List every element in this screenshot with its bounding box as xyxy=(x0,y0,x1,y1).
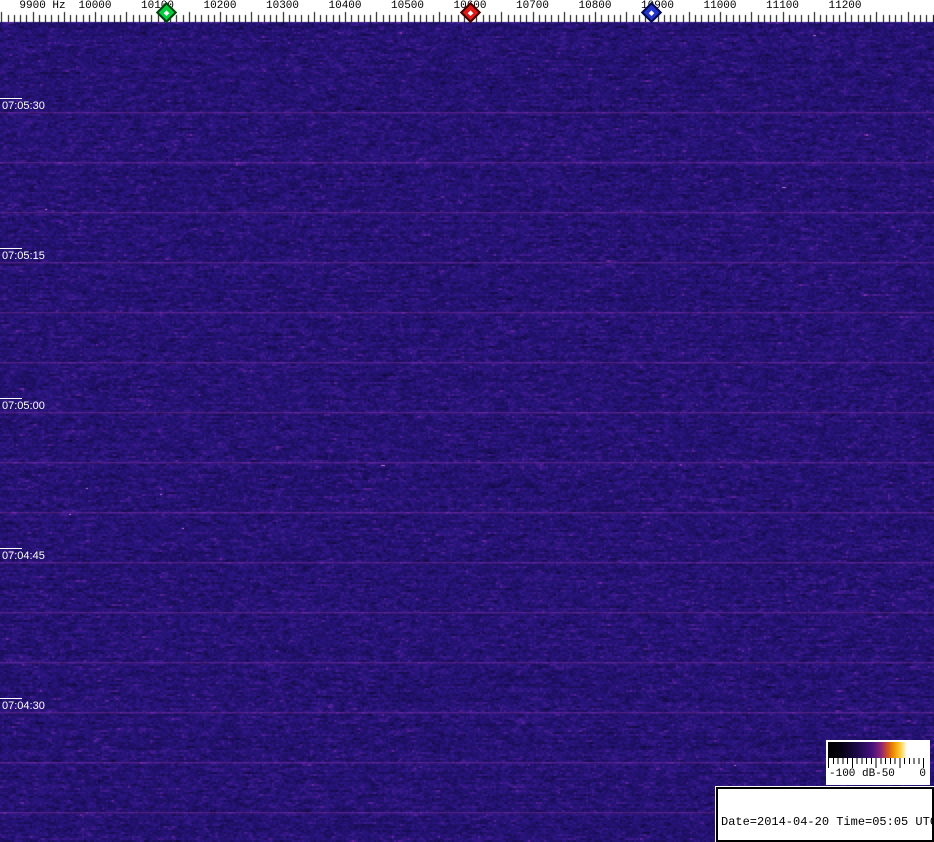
time-tick xyxy=(0,248,22,249)
time-tick xyxy=(0,98,22,99)
info-line-date: Date=2014-04-20 Time=05:05 UTC xyxy=(721,816,929,829)
freq-tick-label: 10200 xyxy=(203,0,236,12)
time-tick xyxy=(0,698,22,699)
marker-center-dot xyxy=(467,9,473,15)
info-box: Date=2014-04-20 Time=05:05 UTC Freq=143 … xyxy=(716,787,934,842)
freq-tick-label: 10300 xyxy=(266,0,299,12)
freq-tick-label: 10800 xyxy=(578,0,611,12)
freq-tick-label: 11100 xyxy=(766,0,799,12)
freq-tick-label: 10500 xyxy=(391,0,424,12)
time-label: 07:05:15 xyxy=(2,250,45,262)
marker-center-dot xyxy=(648,9,654,15)
time-label: 07:05:30 xyxy=(2,100,45,112)
freq-tick-label: 10400 xyxy=(328,0,361,12)
marker-center-dot xyxy=(164,9,170,15)
colorbar: -100 dB -50 0 xyxy=(826,740,930,785)
waterfall-screen: 9900 Hz100001010010200103001040010500106… xyxy=(0,0,934,842)
colorbar-label-min: -100 dB xyxy=(829,768,875,781)
time-tick xyxy=(0,398,22,399)
colorbar-gradient xyxy=(828,742,928,758)
freq-tick-label: 9900 Hz xyxy=(19,0,65,12)
freq-tick-label: 10000 xyxy=(78,0,111,12)
time-tick xyxy=(0,548,22,549)
spectrogram-waterfall xyxy=(0,0,934,842)
freq-tick-label: 11000 xyxy=(703,0,736,12)
time-label: 07:04:45 xyxy=(2,550,45,562)
time-label: 07:04:30 xyxy=(2,700,45,712)
freq-tick-label: 10700 xyxy=(516,0,549,12)
colorbar-label-mid: -50 xyxy=(875,768,895,781)
time-label: 07:05:00 xyxy=(2,400,45,412)
freq-tick-label: 11200 xyxy=(828,0,861,12)
colorbar-label-max: 0 xyxy=(919,768,926,781)
